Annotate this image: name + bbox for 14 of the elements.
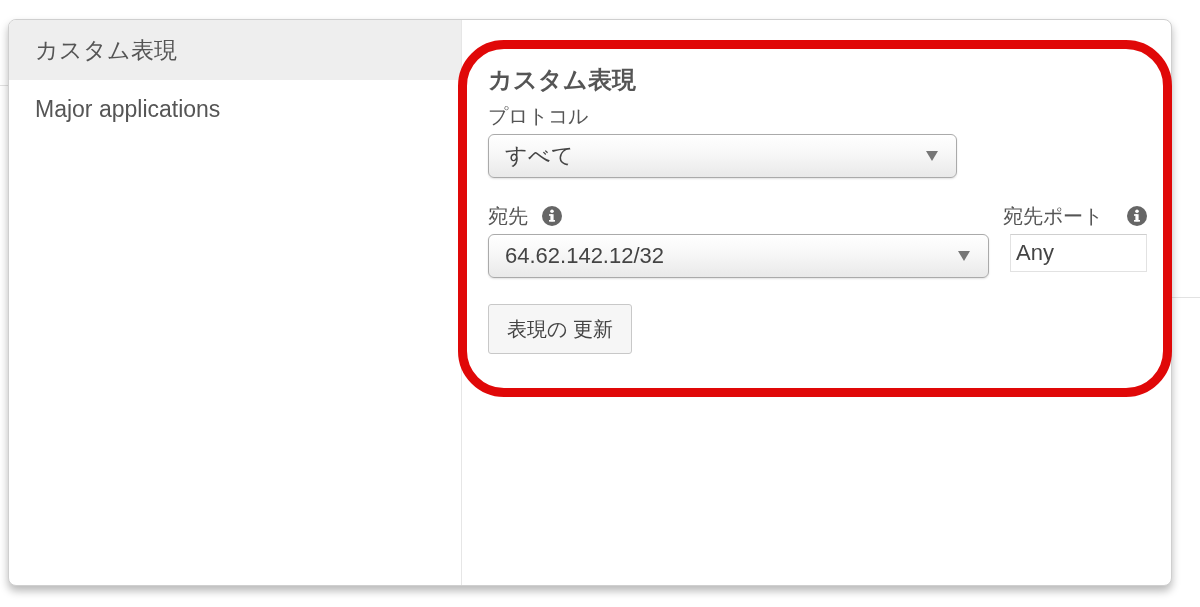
- update-button[interactable]: 表現の 更新: [488, 304, 632, 354]
- info-icon[interactable]: [1127, 206, 1147, 226]
- sidebar-item[interactable]: カスタム表現: [9, 20, 461, 80]
- field-label: プロトコル: [488, 104, 588, 129]
- text-field[interactable]: Any: [1010, 234, 1147, 272]
- info-icon[interactable]: [542, 206, 562, 226]
- field-label: 宛先ポート: [1003, 204, 1103, 229]
- dropdown[interactable]: 64.62.142.12/32: [488, 234, 989, 278]
- caret-icon: [958, 251, 970, 261]
- sidebar-item[interactable]: Major applications: [9, 80, 461, 138]
- section-title: カスタム表現: [488, 65, 636, 95]
- field-label: 宛先: [488, 204, 528, 229]
- dropdown[interactable]: すべて: [488, 134, 957, 178]
- caret-icon: [926, 151, 938, 161]
